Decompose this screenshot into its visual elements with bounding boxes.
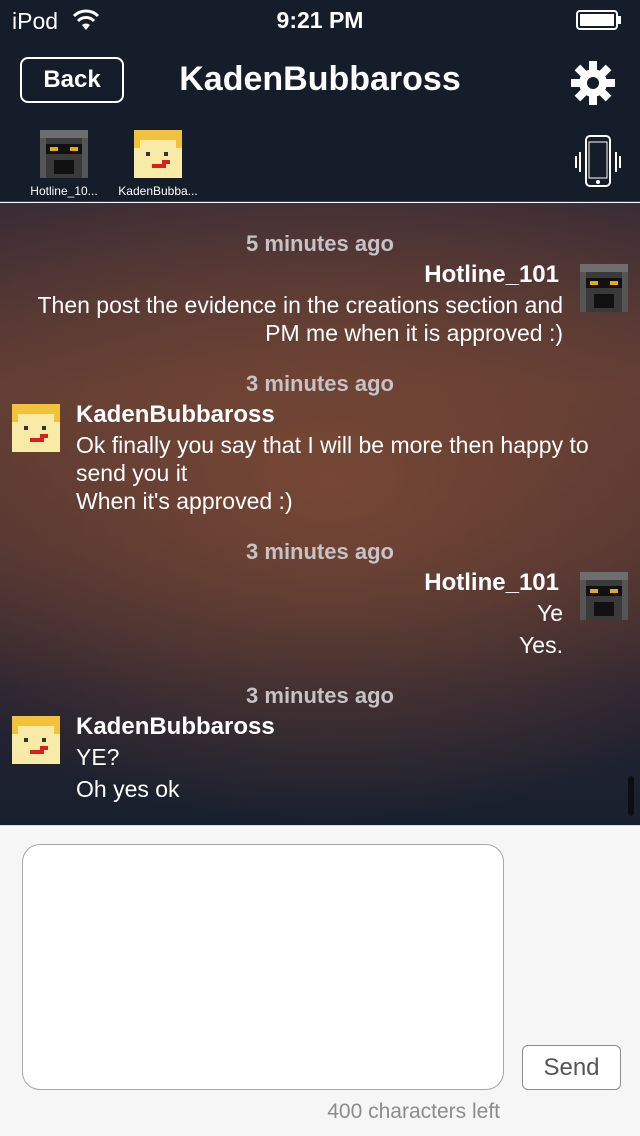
message-line: When it's approved :) — [76, 488, 293, 514]
participant-name: KadenBubba... — [118, 184, 198, 198]
robot-avatar — [40, 130, 88, 178]
message-line: PM me when it is approved :) — [265, 320, 563, 346]
message-line: Ye — [536, 600, 563, 626]
gear-icon[interactable] — [570, 60, 616, 106]
participant-kaden[interactable]: KadenBubba... — [110, 130, 206, 198]
participant-name: Hotline_10... — [30, 184, 98, 198]
robot-avatar[interactable] — [580, 264, 628, 312]
smiley-avatar[interactable] — [12, 716, 60, 764]
message-line: Oh yes ok — [76, 776, 180, 802]
scrollbar[interactable] — [628, 776, 634, 816]
smiley-avatar — [134, 130, 182, 178]
message-line: send you it — [76, 460, 188, 486]
message-timestamp: 3 minutes ago — [246, 539, 394, 564]
status-bar: iPod 9:21 PM — [0, 0, 640, 40]
status-time: 9:21 PM — [276, 7, 364, 33]
message-line: YE? — [76, 744, 120, 770]
message-sender: Hotline_101 — [424, 261, 559, 288]
back-button[interactable]: Back — [20, 57, 124, 103]
smiley-avatar[interactable] — [12, 404, 60, 452]
nav-bar: Back KadenBubbaross — [0, 40, 640, 122]
message-sender: KadenBubbaross — [76, 713, 275, 740]
message-line: Ok finally you say that I will be more t… — [76, 432, 589, 458]
message-line: Then post the evidence in the creations … — [37, 292, 563, 318]
participant-hotline[interactable]: Hotline_10... — [16, 130, 112, 198]
message-sender: Hotline_101 — [424, 569, 559, 596]
participants-bar: Hotline_10... KadenBubba... — [0, 122, 640, 202]
compose-area: Send 400 characters left — [0, 825, 640, 1136]
battery-icon — [576, 10, 621, 30]
robot-avatar[interactable] — [580, 572, 628, 620]
message-sender: KadenBubbaross — [76, 401, 275, 428]
vibrate-icon[interactable] — [574, 132, 622, 192]
message-timestamp: 3 minutes ago — [246, 683, 394, 708]
message-timestamp: 3 minutes ago — [246, 371, 394, 396]
send-button[interactable]: Send — [522, 1045, 621, 1090]
message-line: Yes. — [519, 632, 563, 658]
characters-left-label: 400 characters left — [327, 1100, 500, 1123]
message-timestamp: 5 minutes ago — [246, 231, 394, 256]
chat-area[interactable]: 5 minutes ago Hotline_101 Then post the … — [0, 203, 640, 825]
message-input[interactable] — [22, 844, 504, 1090]
conversation-title: KadenBubbaross — [179, 60, 461, 98]
